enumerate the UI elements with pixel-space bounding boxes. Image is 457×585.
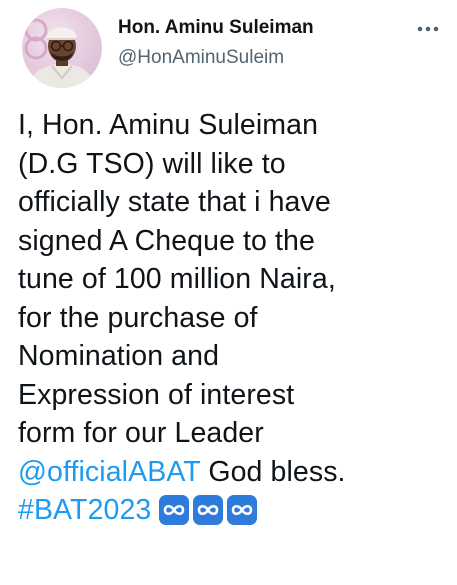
tweet-line: Expression of interest bbox=[18, 378, 295, 411]
tweet-line: tune of 100 million Naira, bbox=[18, 263, 336, 295]
tweet-line: (D.G TSO) will like to bbox=[18, 147, 286, 180]
infinity-icon bbox=[227, 495, 258, 525]
author-handle[interactable]: @HonAminuSuleim bbox=[118, 46, 314, 70]
tweet-line: signed A Cheque to the bbox=[18, 224, 315, 257]
avatar-photo bbox=[24, 18, 96, 88]
hashtag-link[interactable]: #BAT2023 bbox=[18, 494, 151, 526]
tweet-body: I, Hon. Aminu Suleiman (D.G TSO) will li… bbox=[18, 106, 450, 530]
tweet-line: I, Hon. Aminu Suleiman bbox=[18, 109, 319, 141]
author-display-name[interactable]: Hon. Aminu Suleiman bbox=[118, 16, 314, 40]
mention-link[interactable]: @officialABAT bbox=[18, 456, 200, 488]
tweet-line: officially state that i have bbox=[18, 186, 331, 218]
avatar[interactable] bbox=[22, 8, 102, 88]
tweet-line: Nomination and bbox=[18, 340, 220, 372]
tweet-line: form for our Leader bbox=[18, 417, 264, 449]
infinity-icon bbox=[193, 495, 224, 525]
tweet-card: Hon. Aminu Suleiman @HonAminuSuleim I, H… bbox=[0, 0, 457, 585]
tweet-text-after-mention: God bless. bbox=[200, 455, 346, 488]
tweet-line: for the purchase of bbox=[18, 301, 258, 334]
more-options-button[interactable] bbox=[413, 14, 443, 44]
author-info: Hon. Aminu Suleiman @HonAminuSuleim bbox=[118, 16, 314, 70]
infinity-icon bbox=[159, 495, 190, 525]
more-horizontal-icon bbox=[417, 26, 439, 32]
tweet-line-mention: @officialABAT God bless. bbox=[18, 453, 450, 492]
tweet-line-hashtag: #BAT2023 bbox=[18, 491, 450, 530]
